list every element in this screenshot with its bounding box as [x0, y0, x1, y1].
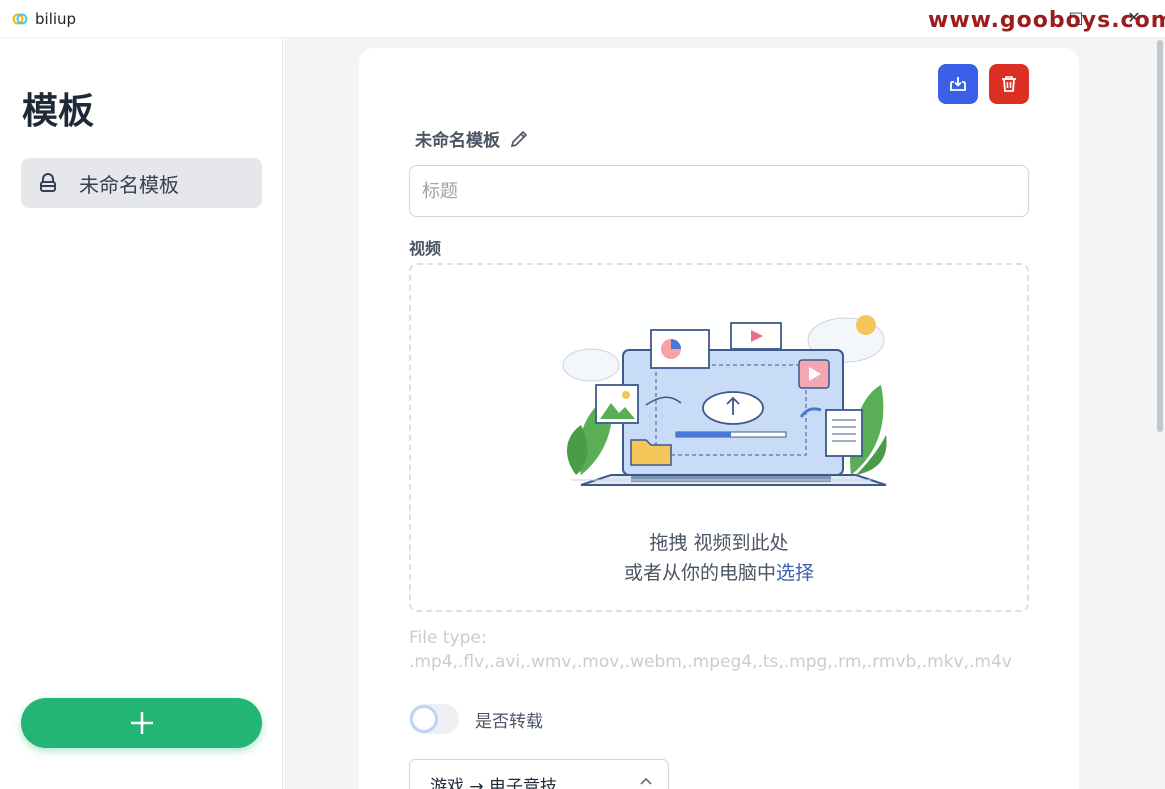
window-title: biliup — [35, 10, 77, 28]
category-value: 游戏 → 电子竞技 — [430, 776, 558, 789]
drop-instruction-select: 或者从你的电脑中选择 — [411, 558, 1027, 585]
biliup-logo-icon — [12, 13, 28, 25]
template-editor-card: 未命名模板 视频 — [359, 48, 1079, 789]
download-tray-icon — [950, 77, 966, 91]
trash-icon — [1002, 76, 1016, 92]
reprint-toggle-row: 是否转载 — [409, 704, 543, 734]
lock-icon — [40, 173, 56, 192]
reprint-label: 是否转载 — [475, 711, 543, 732]
file-type-label: File type: — [409, 628, 487, 648]
reprint-toggle[interactable] — [409, 704, 459, 734]
chevron-up-icon — [640, 777, 652, 785]
delete-button[interactable] — [989, 64, 1029, 104]
title-input[interactable] — [409, 165, 1029, 217]
scrollbar-thumb[interactable] — [1157, 40, 1163, 432]
select-file-link[interactable]: 选择 — [776, 562, 814, 584]
upload-illustration-icon — [562, 315, 887, 486]
sidebar: 模板 未命名模板 — [0, 38, 283, 789]
pencil-icon[interactable] — [508, 128, 530, 150]
drop-select-prefix: 或者从你的电脑中 — [623, 562, 776, 584]
video-label: 视频 — [409, 239, 442, 258]
watermark: www.gooboys.com — [928, 8, 1165, 33]
add-template-button[interactable] — [21, 698, 262, 748]
video-dropzone[interactable]: 拖拽 视频到此处 或者从你的电脑中选择 — [409, 263, 1029, 612]
main-panel: 未命名模板 视频 — [284, 38, 1155, 789]
plus-icon — [130, 712, 153, 734]
main-scrollbar[interactable] — [1155, 38, 1165, 789]
drop-instruction: 拖拽 视频到此处 — [649, 532, 789, 554]
toggle-knob — [410, 705, 438, 733]
title-bar: biliup □ ✕ www.gooboys.com — [0, 0, 1165, 38]
save-button[interactable] — [938, 64, 978, 104]
sidebar-item-label: 未命名模板 — [79, 172, 179, 197]
sidebar-item-untitled-template[interactable]: 未命名模板 — [21, 158, 262, 208]
template-name-row: 未命名模板 — [415, 126, 530, 151]
category-select[interactable]: 游戏 → 电子竞技 — [409, 759, 669, 789]
template-name: 未命名模板 — [415, 131, 500, 151]
file-type-list: .mp4,.flv,.avi,.wmv,.mov,.webm,.mpeg4,.t… — [409, 652, 1012, 672]
sidebar-title: 模板 — [22, 91, 95, 132]
